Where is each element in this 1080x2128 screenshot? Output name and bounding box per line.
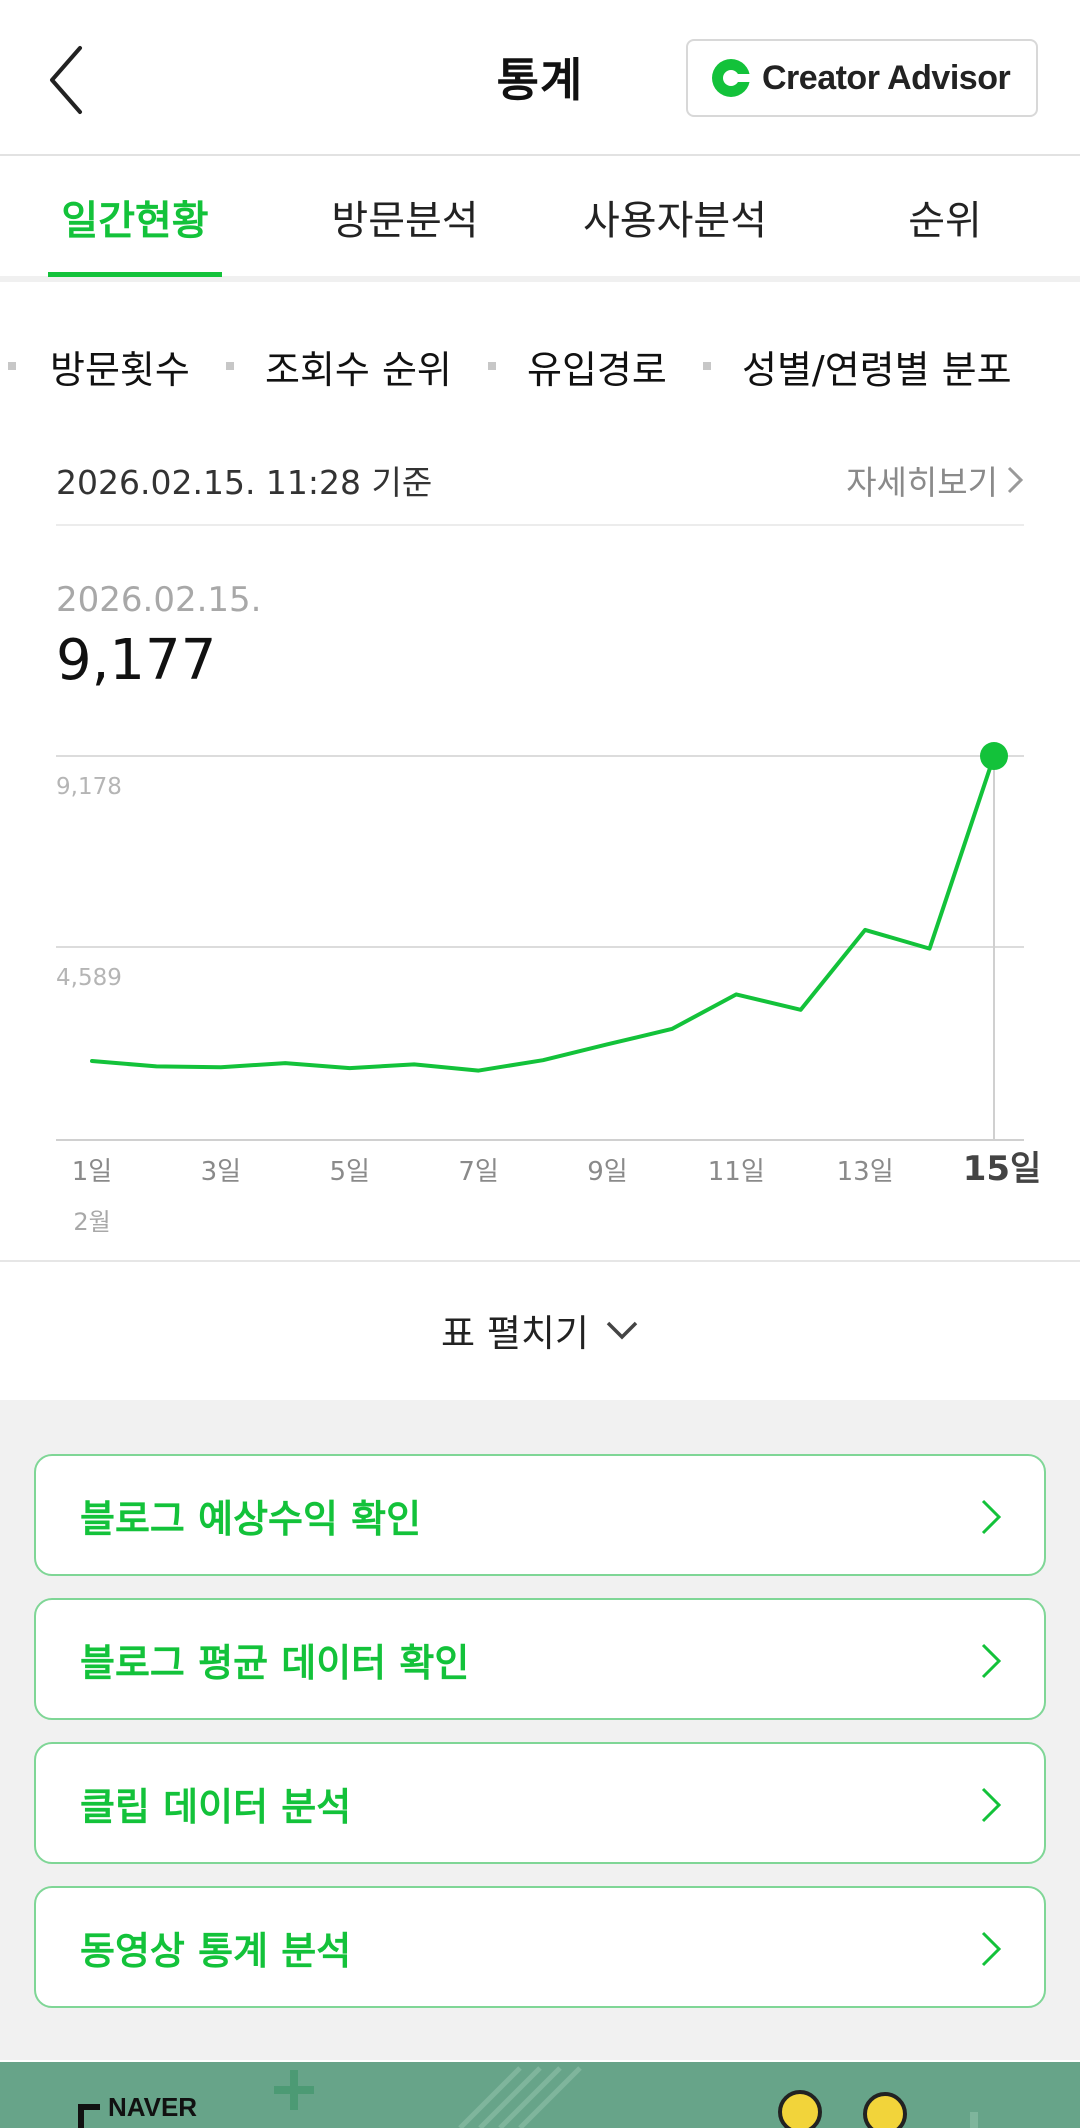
tab-user-analysis[interactable]: 사용자분석 [565,158,785,276]
detail-link[interactable]: 자세히보기 [846,456,1024,504]
x-tick-label: 11일 [708,1157,765,1187]
x-tick-label: 5일 [329,1157,369,1187]
detail-link-label: 자세히보기 [846,463,998,502]
subtab-separator [8,362,16,370]
chevron-right-icon [981,1643,1002,1679]
visits-line-chart[interactable]: 9,178 4,589 1일 3일 5일 7일 9일 11일 13일 15일 2월 [0,730,1080,1250]
chevron-right-icon [1007,466,1024,494]
highlight-point [980,742,1008,771]
x-tick-label: 15일 [963,1149,1042,1189]
expand-table-button[interactable]: 표 펼치기 [0,1262,1080,1398]
creator-advisor-logo-icon [712,59,752,97]
x-tick-label: 9일 [587,1157,627,1187]
banner-naver-logo: NAVER [108,2092,198,2122]
card-video-stats[interactable]: 동영상 통계 분석 [34,1886,1046,2008]
subtab-gender-age[interactable]: 성별/연령별 분포 [742,330,1012,402]
x-tick-label: 7일 [458,1157,498,1187]
subtab-visit-count[interactable]: 방문횟수 [50,330,190,402]
card-label: 블로그 평균 데이터 확인 [80,1640,470,1685]
subtab-separator [703,362,711,370]
subtab-separator [488,362,496,370]
x-tick-label: 13일 [837,1157,894,1187]
x-tick-label: 1일 [72,1157,112,1187]
series-line [90,754,996,1073]
links-section: 블로그 예상수익 확인 블로그 평균 데이터 확인 클립 데이터 분석 동영상 … [0,1400,1080,2060]
card-average-data[interactable]: 블로그 평균 데이터 확인 [34,1598,1046,1720]
updated-at: 2026.02.15. 11:28 기준 [56,463,433,502]
subtab-separator [226,362,234,370]
app-header: 통계 Creator Advisor [0,0,1080,156]
tab-ranking[interactable]: 순위 [855,158,1035,276]
main-tabs: 일간현황 방문분석 사용자분석 순위 [0,158,1080,282]
chevron-right-icon [981,1787,1002,1823]
card-clip-analysis[interactable]: 클립 데이터 분석 [34,1742,1046,1864]
creator-advisor-button[interactable]: Creator Advisor [686,39,1038,117]
tab-visit-analysis[interactable]: 방문분석 [305,158,505,276]
x-month-label: 2월 [73,1208,110,1236]
selected-value: 9,177 [56,628,217,693]
card-label: 동영상 통계 분석 [80,1928,352,1973]
date-row: 2026.02.15. 11:28 기준 자세히보기 [56,448,1024,526]
y-tick-label: 9,178 [56,774,122,800]
chevron-right-icon [981,1931,1002,1967]
card-estimated-revenue[interactable]: 블로그 예상수익 확인 [34,1454,1046,1576]
subtab-referral-path[interactable]: 유입경로 [527,330,667,402]
y-tick-label: 4,589 [56,965,122,991]
selected-date: 2026.02.15. [56,580,262,620]
x-tick-label: 3일 [201,1157,241,1187]
promo-banner[interactable]: NAVER [0,2062,1080,2128]
chevron-right-icon [981,1499,1002,1535]
chevron-down-icon [606,1321,638,1340]
subtab-view-ranking[interactable]: 조회수 순위 [265,330,452,402]
card-label: 블로그 예상수익 확인 [80,1496,422,1541]
tab-daily-status[interactable]: 일간현황 [35,158,235,276]
expand-table-label: 표 펼치기 [441,1312,589,1355]
creator-advisor-label: Creator Advisor [762,58,1011,97]
active-tab-indicator [48,272,222,277]
card-label: 클립 데이터 분석 [80,1784,352,1829]
